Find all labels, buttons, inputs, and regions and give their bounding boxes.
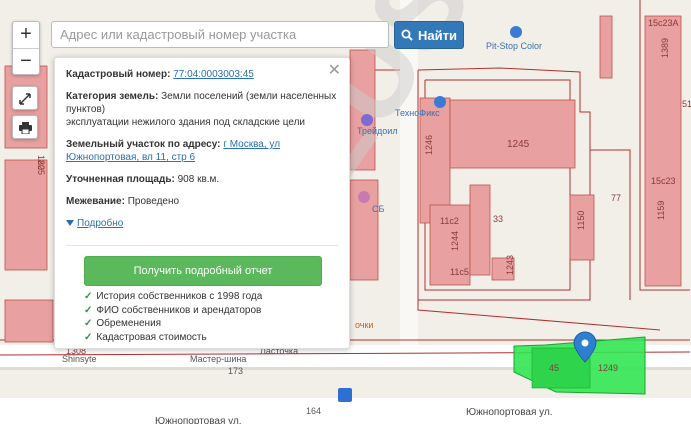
poi-sb: СБ bbox=[372, 204, 385, 214]
survey-label: Межевание: bbox=[66, 196, 125, 207]
parcel-info-panel: ✕ Кадастровый номер: 77:04:0003003:45 Ка… bbox=[54, 57, 350, 349]
car-service-icon bbox=[434, 96, 446, 108]
plot-number: 1389 bbox=[660, 37, 670, 58]
plot-number: 11с2 bbox=[440, 216, 459, 226]
poi-tehnofiks: ТехноФикс bbox=[395, 108, 440, 118]
details-toggle[interactable]: Подробно bbox=[66, 217, 123, 230]
land-category-label: Категория земель: bbox=[66, 91, 159, 102]
poi-master-shina: Мастер-шина bbox=[190, 354, 247, 364]
plot-number: 51 bbox=[682, 99, 691, 109]
area-label: Уточненная площадь: bbox=[66, 174, 175, 185]
search-button[interactable]: Найти bbox=[394, 21, 464, 49]
close-icon[interactable]: ✕ bbox=[328, 63, 341, 79]
cadastral-number-label: Кадастровый номер: bbox=[66, 69, 171, 80]
check-icon: ✓ bbox=[84, 304, 93, 316]
plot-number: 173 bbox=[228, 366, 244, 376]
zoom-in-button[interactable]: + bbox=[13, 22, 39, 48]
plot-number: 182 bbox=[36, 155, 46, 171]
shop-icon bbox=[361, 114, 373, 126]
zoom-control: + − bbox=[12, 21, 40, 75]
area-value: 908 кв.м. bbox=[177, 174, 220, 185]
get-report-button[interactable]: Получить подробный отчет bbox=[84, 256, 322, 286]
print-button[interactable] bbox=[12, 115, 38, 139]
area-row: Уточненная площадь: 908 кв.м. bbox=[66, 173, 337, 186]
fullscreen-button[interactable] bbox=[12, 86, 38, 110]
cadastral-number-row: Кадастровый номер: 77:04:0003003:45 bbox=[66, 68, 337, 81]
street-label-2: Южнопортовая ул. bbox=[155, 416, 242, 424]
plot-number: 1159 bbox=[656, 200, 666, 220]
fuel-station-icon bbox=[510, 26, 522, 38]
poi-pitstop: Pit-Stop Color bbox=[486, 41, 543, 51]
poi-tochki: очки bbox=[355, 320, 374, 330]
poi-treydoil: Трейдоил bbox=[357, 126, 398, 136]
plot-number: 1243 bbox=[505, 254, 515, 275]
plot-number: 15с23 bbox=[651, 176, 676, 186]
map-stage[interactable]: TELUS Pit-Stop Color Трейдоил ТехноФикс … bbox=[0, 0, 691, 424]
plot-number: 11с5 bbox=[450, 267, 469, 277]
plot-number: 164 bbox=[306, 406, 322, 416]
street-label: Южнопортовая ул. bbox=[466, 407, 553, 418]
check-icon: ✓ bbox=[84, 291, 93, 302]
plot-number: 1245 bbox=[507, 139, 530, 150]
search-button-label: Найти bbox=[418, 27, 457, 43]
list-item: ✓ История собственников с 1998 года bbox=[84, 291, 263, 302]
plot-number: 1150 bbox=[576, 210, 586, 230]
plot-number: 33 bbox=[493, 214, 504, 224]
check-icon: ✓ bbox=[84, 318, 93, 329]
survey-value: Проведено bbox=[127, 196, 180, 207]
list-item: ✓ Кадастровая стоимость bbox=[84, 331, 207, 343]
report-features-list: ✓ История собственников с 1998 года ✓ ФИО … bbox=[84, 290, 262, 344]
land-use-value: эксплуатации нежилого здания под складск… bbox=[66, 117, 306, 128]
expand-icon bbox=[19, 93, 31, 105]
bank-icon bbox=[358, 191, 370, 203]
address-label: Земельный участок по адресу: bbox=[66, 139, 221, 150]
plot-number: 1244 bbox=[450, 230, 460, 251]
details-label: Подробно bbox=[77, 217, 124, 229]
bus-stop-icon bbox=[338, 388, 352, 402]
list-item: ✓ Обременения bbox=[84, 318, 162, 329]
zoom-out-button[interactable]: − bbox=[13, 48, 39, 75]
search-input[interactable] bbox=[51, 21, 389, 48]
plot-number: 15с23А bbox=[648, 18, 679, 28]
plot-number: 45 bbox=[549, 363, 560, 373]
search-icon bbox=[401, 29, 413, 41]
plot-number: 77 bbox=[611, 193, 622, 203]
land-category-row: Категория земель: Земли поселений (земли… bbox=[66, 90, 337, 129]
check-icon: ✓ bbox=[84, 331, 93, 343]
panel-divider bbox=[66, 245, 338, 246]
survey-row: Межевание: Проведено bbox=[66, 195, 337, 208]
address-row: Земельный участок по адресу: г Москва, у… bbox=[66, 138, 337, 164]
caret-down-icon bbox=[66, 220, 74, 226]
plot-number: 1249 bbox=[598, 363, 619, 373]
print-icon bbox=[18, 121, 32, 135]
list-item: ✓ ФИО собственников и арендаторов bbox=[84, 304, 262, 316]
plot-number: 1246 bbox=[424, 134, 434, 155]
cadastral-number-link[interactable]: 77:04:0003003:45 bbox=[173, 69, 254, 80]
